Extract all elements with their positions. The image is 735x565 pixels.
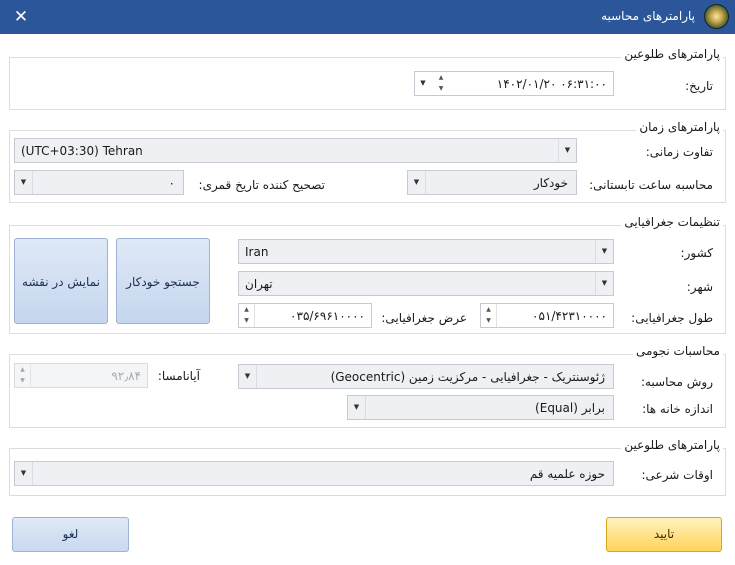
dst-label: محاسبه ساعت تابستانی: (589, 178, 713, 192)
religious-times-select[interactable]: ▼ حوزه علمیه قم (14, 461, 614, 486)
timezone-label: تفاوت زمانی: (645, 145, 713, 159)
chevron-down-icon[interactable]: ▼ (348, 396, 366, 419)
religious-times-label: اوقات شرعی: (641, 468, 713, 482)
chevron-down-icon[interactable]: ▼ (595, 272, 613, 295)
spin-down-icon[interactable]: ▼ (433, 83, 449, 94)
spin-up-icon: ▲ (20, 366, 25, 373)
window-title: پارامترهای محاسبه (601, 9, 695, 23)
chevron-down-icon[interactable]: ▼ (15, 462, 33, 485)
longitude-input[interactable]: ▲ ▼ ۰۵۱/۴۲۳۱۰۰۰۰ (480, 303, 614, 328)
chevron-down-icon[interactable]: ▼ (408, 171, 426, 194)
auto-search-button[interactable]: جستجو خودکار (116, 238, 210, 324)
country-select[interactable]: Iran ▼ (238, 239, 614, 264)
house-size-select[interactable]: ▼ برابر (Equal) (347, 395, 614, 420)
lunar-correction-label: تصحیح کننده تاریخ قمری: (198, 178, 325, 192)
ayanamsa-label: آیانامسا: (157, 369, 200, 383)
date-picker[interactable]: ▼ ▲ ▼ ۱۴۰۲/۰۱/۲۰ ۰۶:۳۱:۰۰ (414, 71, 614, 96)
latitude-spinner[interactable]: ▲ ▼ (239, 304, 255, 327)
lunar-correction-select[interactable]: ▼ ۰ (14, 170, 184, 195)
group-label: تنظیمات جغرافیایی (621, 215, 723, 229)
group-label: پارامترهای طلوعین (621, 47, 723, 61)
spin-down-icon: ▼ (20, 377, 25, 384)
group-label: محاسبات نجومی (633, 344, 723, 358)
chevron-down-icon[interactable]: ▼ (595, 240, 613, 263)
chevron-down-icon[interactable]: ▼ (239, 365, 257, 388)
timezone-select[interactable]: (UTC+03:30) Tehran ▼ (14, 138, 577, 163)
date-label: تاریخ: (685, 79, 713, 93)
city-value: تهران (245, 277, 273, 291)
longitude-spinner[interactable]: ▲ ▼ (481, 304, 497, 327)
house-size-label: اندازه خانه ها: (642, 402, 713, 416)
ayanamsa-spinner: ▲ ▼ (15, 364, 31, 387)
dst-select[interactable]: ▼ خودکار (407, 170, 577, 195)
group-label: پارامترهای طلوعین (621, 438, 723, 452)
latitude-value: ۰۳۵/۶۹۶۱۰۰۰۰ (290, 309, 365, 323)
calc-method-select[interactable]: ▼ ژئوسنتریک - جغرافیایی - مرکزیت زمین (G… (238, 364, 614, 389)
group-label: پارامترهای زمان (636, 120, 723, 134)
title-bar: ✕ پارامترهای محاسبه (0, 0, 735, 34)
date-spinner[interactable]: ▲ ▼ (433, 72, 449, 95)
show-on-map-button[interactable]: نمایش در نقشه (14, 238, 108, 324)
spin-down-icon[interactable]: ▼ (481, 315, 496, 326)
date-dropdown-icon[interactable]: ▼ (415, 72, 431, 95)
city-label: شهر: (686, 280, 713, 294)
lunar-correction-value: ۰ (168, 176, 175, 190)
ayanamsa-value: ۹۲٫۸۴ (111, 369, 141, 383)
sunrise-params-group: پارامترهای طلوعین (9, 47, 726, 110)
timezone-value: (UTC+03:30) Tehran (21, 144, 143, 158)
latitude-label: عرض جغرافیایی: (381, 311, 467, 325)
house-size-value: برابر (Equal) (535, 401, 605, 415)
calc-method-value: ژئوسنتریک - جغرافیایی - مرکزیت زمین (Geo… (330, 370, 605, 384)
date-value: ۱۴۰۲/۰۱/۲۰ ۰۶:۳۱:۰۰ (496, 77, 607, 91)
spin-up-icon[interactable]: ▲ (239, 304, 254, 315)
spin-down-icon[interactable]: ▼ (239, 315, 254, 326)
dst-value: خودکار (533, 176, 568, 190)
latitude-input[interactable]: ▲ ▼ ۰۳۵/۶۹۶۱۰۰۰۰ (238, 303, 372, 328)
chevron-down-icon[interactable]: ▼ (558, 139, 576, 162)
app-emblem-icon (704, 4, 729, 29)
country-label: کشور: (680, 246, 713, 260)
country-value: Iran (245, 245, 269, 259)
chevron-down-icon[interactable]: ▼ (15, 171, 33, 194)
longitude-value: ۰۵۱/۴۲۳۱۰۰۰۰ (532, 309, 607, 323)
longitude-label: طول جغرافیایی: (631, 311, 713, 325)
ok-button[interactable]: تایید (606, 517, 722, 552)
religious-times-value: حوزه علمیه قم (529, 467, 605, 481)
ayanamsa-input: ▲ ▼ ۹۲٫۸۴ (14, 363, 148, 388)
close-icon[interactable]: ✕ (8, 4, 34, 30)
spin-up-icon[interactable]: ▲ (433, 72, 449, 83)
spin-up-icon[interactable]: ▲ (481, 304, 496, 315)
city-select[interactable]: تهران ▼ (238, 271, 614, 296)
calc-method-label: روش محاسبه: (640, 375, 713, 389)
cancel-button[interactable]: لغو (12, 517, 129, 552)
